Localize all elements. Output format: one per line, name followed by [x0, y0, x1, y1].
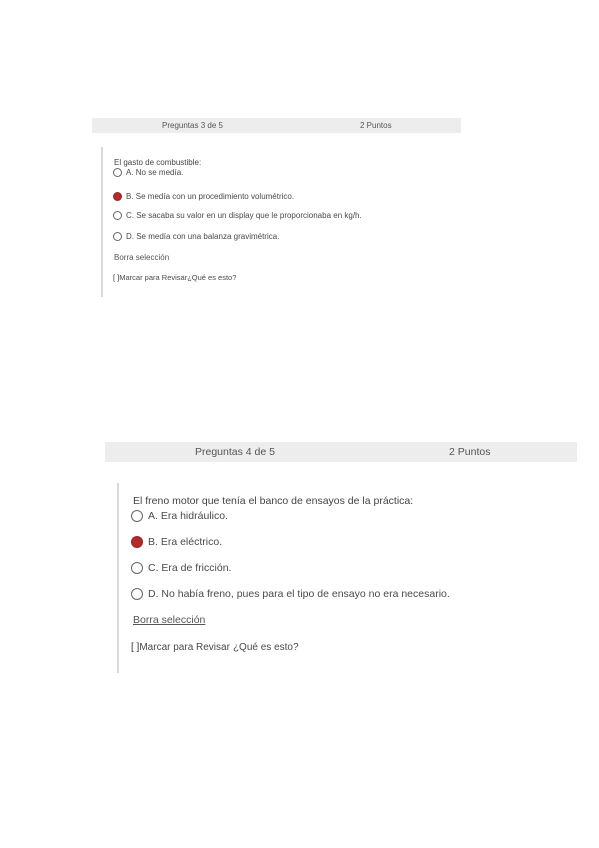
question-number: Preguntas 4 de 5 [195, 446, 275, 458]
radio-unselected-icon[interactable] [131, 588, 143, 600]
option-label: B. Se medía con un procedimiento volumét… [126, 192, 295, 201]
radio-selected-icon[interactable] [131, 536, 143, 548]
question-header: Preguntas 4 de 5 2 Puntos [105, 442, 577, 462]
question-text: El freno motor que tenía el banco de ens… [133, 495, 414, 507]
radio-unselected-icon[interactable] [131, 510, 143, 522]
clear-selection-link[interactable]: Borra selección [114, 253, 169, 262]
option-label: D. No había freno, pues para el tipo de … [148, 588, 450, 600]
option-label: A. No se medía. [126, 168, 184, 177]
answer-option-c[interactable]: C. Se sacaba su valor en un display que … [113, 211, 362, 220]
radio-unselected-icon[interactable] [113, 211, 122, 220]
question-text: El gasto de combustible: [114, 158, 202, 167]
clear-selection-link[interactable]: Borra selección [133, 614, 205, 626]
mark-checkbox-icon[interactable]: [ ] [131, 642, 139, 653]
answer-option-d[interactable]: D. No había freno, pues para el tipo de … [131, 588, 450, 600]
answer-option-a[interactable]: A. No se medía. [113, 168, 183, 177]
option-label: D. Se medía con una balanza gravimétrica… [126, 232, 280, 241]
answer-option-b[interactable]: B. Era eléctrico. [131, 536, 222, 548]
radio-selected-icon[interactable] [113, 192, 122, 201]
option-label: C. Se sacaba su valor en un display que … [126, 211, 362, 220]
help-link[interactable]: ¿Qué es esto? [187, 273, 236, 282]
mark-for-review-label: Marcar para Revisar [139, 642, 230, 653]
answer-option-a[interactable]: A. Era hidráulico. [131, 510, 228, 522]
answer-option-b[interactable]: B. Se medía con un procedimiento volumét… [113, 192, 294, 201]
radio-unselected-icon[interactable] [131, 562, 143, 574]
question-body-border [117, 483, 119, 673]
mark-for-review-label: Marcar para Revisar [119, 273, 188, 282]
question-points: 2 Puntos [360, 121, 392, 130]
mark-for-review[interactable]: [ ] Marcar para Revisar ¿Qué es esto? [113, 273, 236, 282]
answer-option-d[interactable]: D. Se medía con una balanza gravimétrica… [113, 232, 279, 241]
question-body-border [101, 147, 103, 297]
option-label: B. Era eléctrico. [148, 536, 223, 548]
question-points: 2 Puntos [449, 446, 491, 458]
option-label: C. Era de fricción. [148, 562, 232, 574]
answer-option-c[interactable]: C. Era de fricción. [131, 562, 231, 574]
question-number: Preguntas 3 de 5 [162, 121, 223, 130]
question-header: Preguntas 3 de 5 2 Puntos [92, 118, 461, 133]
option-label: A. Era hidráulico. [148, 510, 228, 522]
radio-unselected-icon[interactable] [113, 232, 122, 241]
mark-for-review[interactable]: [ ] Marcar para Revisar ¿Qué es esto? [131, 642, 299, 653]
radio-unselected-icon[interactable] [113, 168, 122, 177]
help-link[interactable]: ¿Qué es esto? [233, 642, 299, 653]
